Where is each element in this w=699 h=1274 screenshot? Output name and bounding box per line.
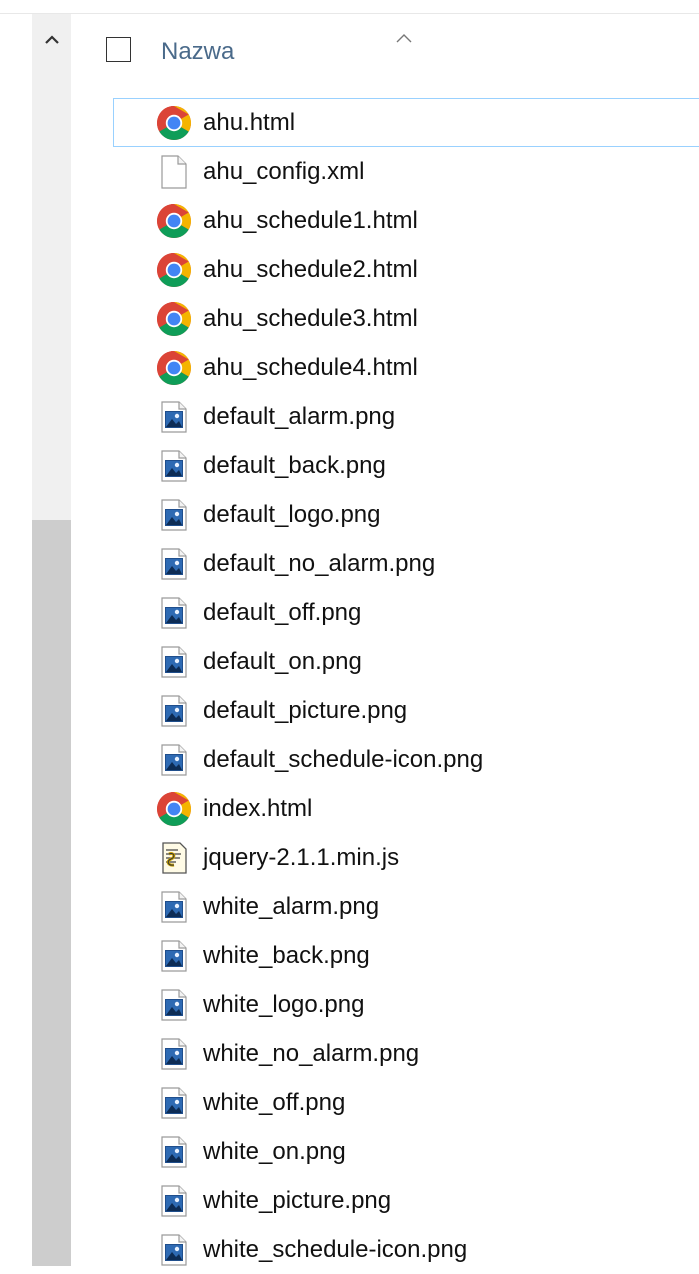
file-name: default_on.png bbox=[203, 647, 362, 675]
file-name: default_logo.png bbox=[203, 500, 381, 528]
file-name: default_schedule-icon.png bbox=[203, 745, 484, 773]
image-file-icon bbox=[156, 987, 192, 1023]
image-file-icon bbox=[156, 938, 192, 974]
file-row[interactable]: ahu.html bbox=[113, 98, 699, 147]
chrome-icon bbox=[156, 301, 192, 337]
file-name: white_back.png bbox=[203, 941, 370, 969]
file-name: white_off.png bbox=[203, 1088, 346, 1116]
script-file-icon bbox=[156, 840, 192, 876]
file-row[interactable]: default_back.png bbox=[113, 441, 699, 490]
file-name: default_back.png bbox=[203, 451, 386, 479]
image-file-icon bbox=[156, 644, 192, 680]
image-file-icon bbox=[156, 742, 192, 778]
file-name: white_schedule-icon.png bbox=[203, 1235, 468, 1263]
image-file-icon bbox=[156, 497, 192, 533]
image-file-icon bbox=[156, 399, 192, 435]
image-file-icon bbox=[156, 546, 192, 582]
chrome-icon bbox=[156, 791, 192, 827]
image-file-icon bbox=[156, 889, 192, 925]
file-row[interactable]: default_logo.png bbox=[113, 490, 699, 539]
file-name: default_no_alarm.png bbox=[203, 549, 436, 577]
file-row[interactable]: default_schedule-icon.png bbox=[113, 735, 699, 784]
file-name: default_picture.png bbox=[203, 696, 408, 724]
sort-ascending-icon bbox=[396, 30, 412, 48]
file-name: ahu_schedule4.html bbox=[203, 353, 418, 381]
chrome-icon bbox=[156, 252, 192, 288]
file-name: ahu_schedule2.html bbox=[203, 255, 418, 283]
file-name: white_no_alarm.png bbox=[203, 1039, 420, 1067]
file-name: ahu_schedule3.html bbox=[203, 304, 418, 332]
image-file-icon bbox=[156, 1036, 192, 1072]
name-column-header[interactable]: Nazwa bbox=[161, 38, 234, 66]
file-row[interactable]: white_schedule-icon.png bbox=[113, 1225, 699, 1274]
file-row[interactable]: white_picture.png bbox=[113, 1176, 699, 1225]
scroll-up-button[interactable] bbox=[32, 14, 71, 64]
top-border bbox=[0, 13, 699, 14]
image-file-icon bbox=[156, 1232, 192, 1268]
chrome-icon bbox=[156, 105, 192, 141]
file-row[interactable]: ahu_config.xml bbox=[113, 147, 699, 196]
file-row[interactable]: white_alarm.png bbox=[113, 882, 699, 931]
file-row[interactable]: default_picture.png bbox=[113, 686, 699, 735]
image-file-icon bbox=[156, 1085, 192, 1121]
file-name: white_alarm.png bbox=[203, 892, 380, 920]
file-name: white_on.png bbox=[203, 1137, 346, 1165]
scroll-thumb[interactable] bbox=[32, 520, 71, 1266]
file-row[interactable]: white_back.png bbox=[113, 931, 699, 980]
vertical-scrollbar[interactable] bbox=[32, 14, 71, 1266]
file-row[interactable]: ahu_schedule2.html bbox=[113, 245, 699, 294]
file-row[interactable]: ahu_schedule4.html bbox=[113, 343, 699, 392]
file-name: white_picture.png bbox=[203, 1186, 392, 1214]
file-list: ahu.html ahu_config.xml ahu_schedule1.ht… bbox=[113, 98, 699, 1274]
file-name: jquery-2.1.1.min.js bbox=[203, 843, 400, 871]
file-name: index.html bbox=[203, 794, 313, 822]
scroll-up-arrow-icon bbox=[44, 34, 59, 44]
file-name: ahu.html bbox=[203, 108, 296, 136]
image-file-icon bbox=[156, 693, 192, 729]
image-file-icon bbox=[156, 595, 192, 631]
image-file-icon bbox=[156, 1134, 192, 1170]
file-row[interactable]: white_off.png bbox=[113, 1078, 699, 1127]
file-name: default_alarm.png bbox=[203, 402, 396, 430]
file-row[interactable]: default_alarm.png bbox=[113, 392, 699, 441]
file-row[interactable]: index.html bbox=[113, 784, 699, 833]
chrome-icon bbox=[156, 203, 192, 239]
file-row[interactable]: default_no_alarm.png bbox=[113, 539, 699, 588]
file-row[interactable]: ahu_schedule1.html bbox=[113, 196, 699, 245]
file-name: ahu_config.xml bbox=[203, 157, 365, 185]
chrome-icon bbox=[156, 350, 192, 386]
file-name: default_off.png bbox=[203, 598, 362, 626]
image-file-icon bbox=[156, 448, 192, 484]
file-name: ahu_schedule1.html bbox=[203, 206, 418, 234]
file-row[interactable]: jquery-2.1.1.min.js bbox=[113, 833, 699, 882]
file-row[interactable]: white_on.png bbox=[113, 1127, 699, 1176]
column-header: Nazwa bbox=[106, 30, 699, 78]
image-file-icon bbox=[156, 1183, 192, 1219]
file-row[interactable]: ahu_schedule3.html bbox=[113, 294, 699, 343]
file-name: white_logo.png bbox=[203, 990, 365, 1018]
file-row[interactable]: default_off.png bbox=[113, 588, 699, 637]
file-row[interactable]: white_no_alarm.png bbox=[113, 1029, 699, 1078]
file-row[interactable]: white_logo.png bbox=[113, 980, 699, 1029]
blank-file-icon bbox=[156, 154, 192, 190]
select-all-checkbox[interactable] bbox=[106, 37, 131, 62]
file-row[interactable]: default_on.png bbox=[113, 637, 699, 686]
